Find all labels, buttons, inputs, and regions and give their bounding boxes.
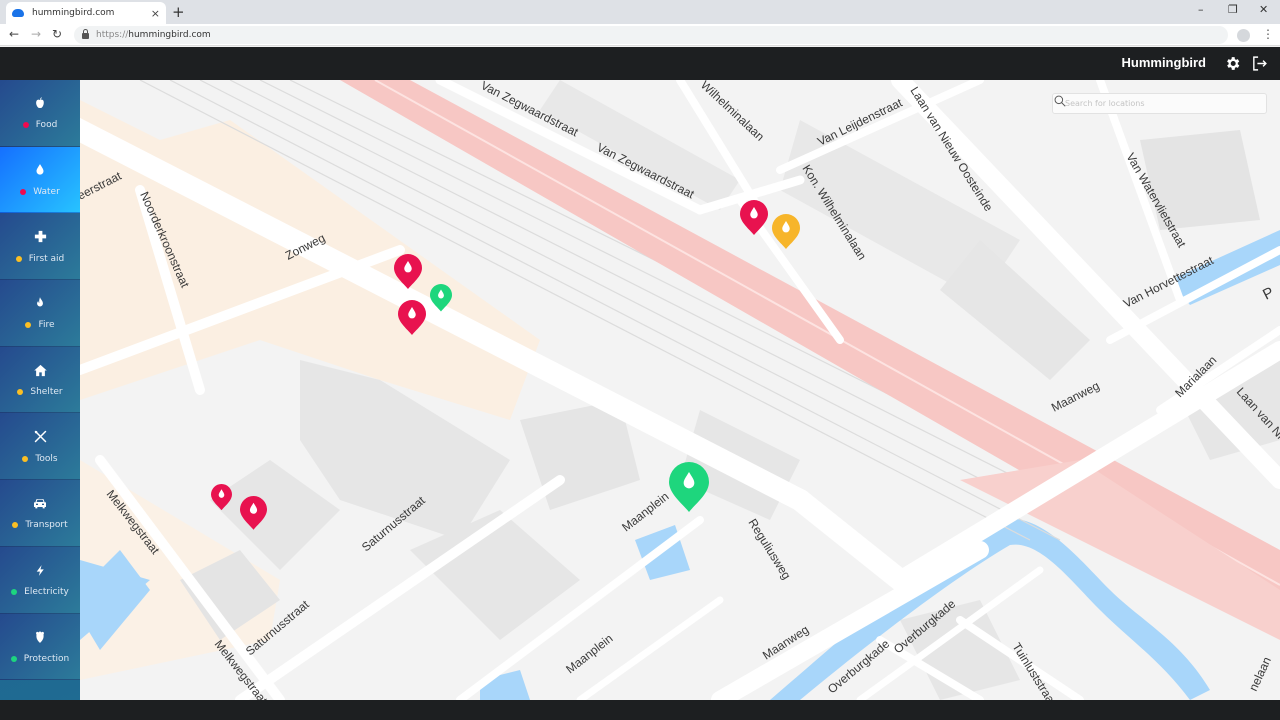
home-icon	[32, 362, 48, 378]
tools-icon	[32, 429, 48, 445]
map-marker-icon	[394, 254, 422, 289]
map-marker-icon	[211, 484, 232, 511]
fire-icon	[32, 295, 48, 311]
sidebar-item-text: Protection	[23, 653, 70, 664]
sidebar-item-transport[interactable]: Transport	[0, 480, 80, 547]
logout-icon[interactable]	[1251, 55, 1268, 72]
browser-menu-icon[interactable]: ⋮	[1262, 27, 1274, 41]
sidebar-item-text: Shelter	[30, 387, 63, 398]
sidebar-item-text: Electricity	[24, 587, 69, 598]
back-button[interactable]: ←	[9, 27, 19, 41]
status-dot	[11, 589, 18, 596]
browser-toolbar: ← → ↻ https://hummingbird.com ⋮	[0, 24, 1280, 46]
sidebar-item-electricity[interactable]: Electricity	[0, 546, 80, 614]
tab-close-icon[interactable]: ×	[151, 7, 160, 20]
sidebar-item-label: Electricity	[11, 587, 69, 597]
sidebar-item-text: Transport	[25, 520, 68, 531]
cross-icon	[32, 229, 48, 245]
status-dot	[10, 655, 17, 662]
sidebar-item-tools[interactable]: Tools	[0, 413, 80, 481]
app-title: Hummingbird	[1121, 55, 1207, 70]
sidebar-item-text: Water	[33, 187, 60, 198]
map-marker-icon	[398, 300, 426, 335]
minimize-button[interactable]: –	[1198, 3, 1204, 16]
sidebar-item-food[interactable]: Food	[0, 80, 80, 147]
address-bar[interactable]: https://hummingbird.com	[74, 26, 1228, 44]
water-drop-icon	[32, 162, 48, 178]
bottom-bar	[0, 700, 1280, 720]
street-label: P	[1260, 284, 1277, 304]
forward-button[interactable]: →	[31, 27, 41, 41]
sidebar-item-shelter[interactable]: Shelter	[0, 346, 80, 414]
search-icon[interactable]	[1053, 94, 1067, 108]
sidebar-item-label: Tools	[22, 453, 58, 464]
location-search	[1052, 93, 1267, 114]
status-dot	[20, 189, 27, 196]
sidebar-item-text: Food	[35, 120, 58, 131]
shield-icon	[32, 629, 48, 645]
sidebar-item-label: Fire	[25, 320, 55, 331]
map-marker-icon	[430, 284, 452, 312]
status-dot	[25, 322, 32, 329]
street-label: Maanplein	[563, 631, 615, 676]
sidebar-item-label: Water	[20, 187, 60, 197]
map-canvas[interactable]: Van Zegwaardstraat Van Zegwaardstraat Wi…	[80, 80, 1280, 700]
sidebar-item-text: Tools	[35, 453, 58, 464]
street-label: Reguliusweg	[745, 516, 793, 582]
status-dot	[17, 389, 24, 396]
map-view[interactable]: Van Zegwaardstraat Van Zegwaardstraat Wi…	[80, 80, 1280, 700]
bolt-icon	[32, 562, 48, 578]
sidebar-item-label: Food	[22, 120, 58, 131]
status-dot	[22, 455, 29, 462]
url-text: https://hummingbird.com	[96, 30, 211, 40]
map-marker-icon	[669, 462, 709, 512]
sidebar-item-label: Transport	[12, 520, 68, 531]
category-sidebar: Food Water First aid Fire Shelter Tools Transp…	[0, 80, 80, 700]
gear-icon[interactable]	[1224, 55, 1241, 72]
search-input[interactable]	[1053, 99, 1266, 108]
street-label: Tuinluststraat	[1009, 640, 1059, 700]
map-marker-icon	[772, 214, 800, 249]
sidebar-item-text: First aid	[28, 253, 65, 264]
map-marker-icon	[740, 200, 768, 235]
sidebar-item-water[interactable]: Water	[0, 146, 80, 214]
restore-button[interactable]: ❐	[1228, 3, 1238, 16]
apple-icon	[32, 95, 48, 111]
street-label: Maanplein	[619, 489, 671, 534]
tab-title: hummingbird.com	[32, 8, 115, 18]
lock-icon	[82, 29, 89, 39]
map-marker-icon	[240, 496, 267, 530]
street-label: Wilhelminalaan	[698, 80, 767, 144]
status-dot	[12, 522, 19, 529]
street-label: Maanweg	[1049, 379, 1102, 415]
app-header: Hummingbird	[0, 47, 1280, 80]
street-label: nelaan	[1246, 655, 1274, 694]
sidebar-item-label: Shelter	[17, 387, 63, 398]
sidebar-item-text: Fire	[38, 320, 55, 331]
window-close-button[interactable]: ✕	[1259, 3, 1268, 16]
sidebar-item-label: Protection	[10, 653, 70, 664]
browser-tab-strip: hummingbird.com × + – ❐ ✕	[0, 0, 1280, 24]
sidebar-item-first-aid[interactable]: First aid	[0, 213, 80, 281]
status-dot	[22, 122, 29, 129]
profile-avatar[interactable]	[1237, 29, 1250, 42]
new-tab-button[interactable]: +	[172, 3, 185, 21]
cloud-favicon-icon	[12, 9, 24, 17]
browser-tab[interactable]: hummingbird.com ×	[6, 2, 166, 24]
status-dot	[15, 255, 22, 262]
sidebar-item-label: First aid	[15, 253, 65, 264]
reload-button[interactable]: ↻	[52, 27, 62, 41]
sidebar-item-fire[interactable]: Fire	[0, 280, 80, 347]
car-icon	[32, 495, 48, 511]
sidebar-item-protection[interactable]: Protection	[0, 613, 80, 681]
